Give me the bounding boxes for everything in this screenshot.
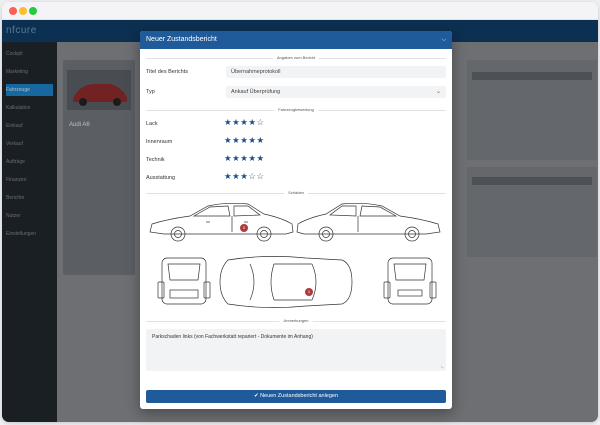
rating-label: Technik <box>146 157 165 163</box>
resize-handle-icon[interactable]: ∟ <box>440 364 445 370</box>
star-filled-icon[interactable]: ★ <box>248 153 256 163</box>
notes-textarea[interactable]: Parkschaden links (von Fachwerkstatt rep… <box>146 329 446 371</box>
section-damage: Schäden <box>146 188 446 198</box>
report-type-label: Typ <box>146 89 155 95</box>
star-empty-icon[interactable]: ☆ <box>248 171 256 181</box>
section-details-title: Angaben zum Bericht <box>272 55 320 60</box>
report-type-select[interactable]: Ankauf Überprüfung ⌄ <box>226 86 446 98</box>
damage-marker[interactable]: 2 <box>240 224 248 232</box>
report-type-row: Typ Ankauf Überprüfung ⌄ <box>146 83 446 101</box>
condition-report-modal: Neuer Zustandsbericht ⌵ Angaben zum Beri… <box>140 31 452 409</box>
rating-label: Innenraum <box>146 139 173 145</box>
notes-value: Parkschaden links (von Fachwerkstatt rep… <box>152 334 313 340</box>
report-title-label: Titel des Berichts <box>146 69 188 75</box>
rating-label: Lack <box>146 121 158 127</box>
report-title-input[interactable]: Übernahmeprotokoll <box>226 66 446 78</box>
report-type-value: Ankauf Überprüfung <box>231 89 281 95</box>
report-title-value: Übernahmeprotokoll <box>231 69 281 75</box>
star-filled-icon[interactable]: ★ <box>257 153 265 163</box>
section-notes: Anmerkungen <box>146 316 446 326</box>
window-titlebar <box>2 2 598 20</box>
star-filled-icon[interactable]: ★ <box>224 117 232 127</box>
rating-label: Ausstattung <box>146 175 176 181</box>
rating-row: Technik ★★★★★ <box>146 151 446 169</box>
create-report-button[interactable]: ✔ Neuen Zustandsbericht anlegen <box>146 390 446 403</box>
maximize-window-icon[interactable] <box>29 7 37 15</box>
section-rating-title: Fahrzeugbewertung <box>274 107 318 112</box>
section-damage-title: Schäden <box>284 190 308 195</box>
rating-row: Ausstattung ★★★☆☆ <box>146 169 446 187</box>
star-filled-icon[interactable]: ★ <box>224 135 232 145</box>
modal-title: Neuer Zustandsbericht <box>146 36 217 43</box>
close-window-icon[interactable] <box>9 7 17 15</box>
star-filled-icon[interactable]: ★ <box>248 117 256 127</box>
star-rating[interactable]: ★★★★★ <box>224 153 265 163</box>
star-rating[interactable]: ★★★★☆ <box>224 117 265 127</box>
chevron-down-icon[interactable]: ⌵ <box>441 31 446 49</box>
section-rating: Fahrzeugbewertung <box>146 105 446 115</box>
section-details: Angaben zum Bericht <box>146 53 446 63</box>
section-notes-title: Anmerkungen <box>279 318 313 323</box>
damage-marker[interactable]: 1 <box>305 288 313 296</box>
modal-header: Neuer Zustandsbericht ⌵ <box>140 31 452 49</box>
star-filled-icon[interactable]: ★ <box>248 135 256 145</box>
star-rating[interactable]: ★★★★★ <box>224 135 265 145</box>
rating-row: Lack ★★★★☆ <box>146 115 446 133</box>
star-rating[interactable]: ★★★☆☆ <box>224 171 265 181</box>
star-filled-icon[interactable]: ★ <box>224 153 232 163</box>
car-outline-diagram <box>149 202 441 308</box>
minimize-window-icon[interactable] <box>19 7 27 15</box>
star-filled-icon[interactable]: ★ <box>257 135 265 145</box>
star-empty-icon[interactable]: ☆ <box>257 117 265 127</box>
damage-diagram[interactable]: 2 1 <box>146 198 446 316</box>
star-filled-icon[interactable]: ★ <box>224 171 232 181</box>
chevron-down-icon: ⌄ <box>435 89 441 95</box>
rating-list: Lack ★★★★☆ Innenraum ★★★★★ Technik ★★★★★ Ausst… <box>140 115 452 187</box>
star-empty-icon[interactable]: ☆ <box>257 171 265 181</box>
rating-row: Innenraum ★★★★★ <box>146 133 446 151</box>
report-title-row: Titel des Berichts Übernahmeprotokoll <box>146 63 446 81</box>
